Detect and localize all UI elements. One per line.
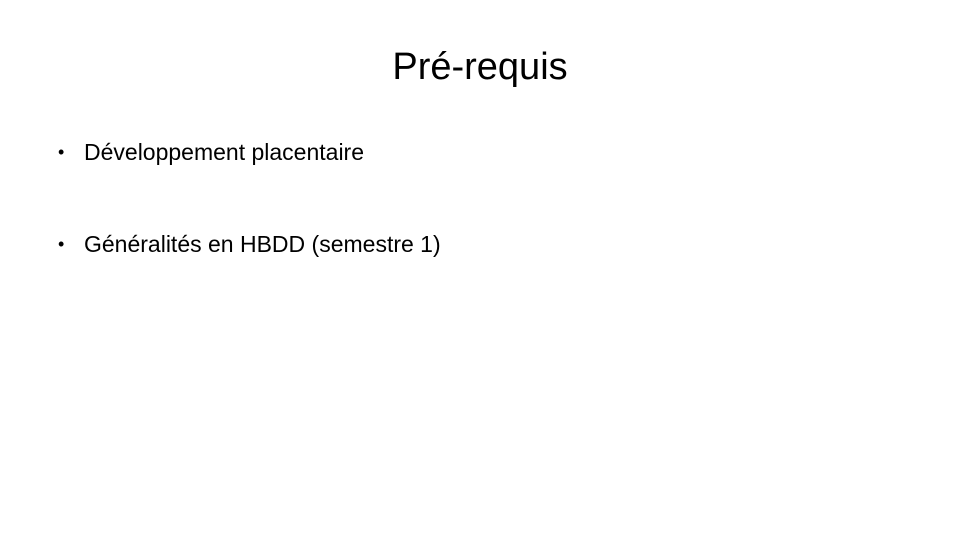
slide-title: Pré-requis (392, 46, 568, 88)
slide: Pré-requis • Développement placentaire •… (0, 0, 960, 540)
bullet-item-developpement-placentaire: • Développement placentaire (58, 132, 441, 172)
bullet-text: Développement placentaire (84, 139, 365, 165)
bullet-list: • Développement placentaire • Généralité… (58, 132, 441, 264)
bullet-icon: • (58, 234, 65, 254)
bullet-item-generalites-hbdd: • Généralités en HBDD (semestre 1) (58, 224, 441, 264)
bullet-text: Généralités en HBDD (semestre 1) (84, 231, 441, 257)
bullet-icon: • (58, 142, 65, 162)
